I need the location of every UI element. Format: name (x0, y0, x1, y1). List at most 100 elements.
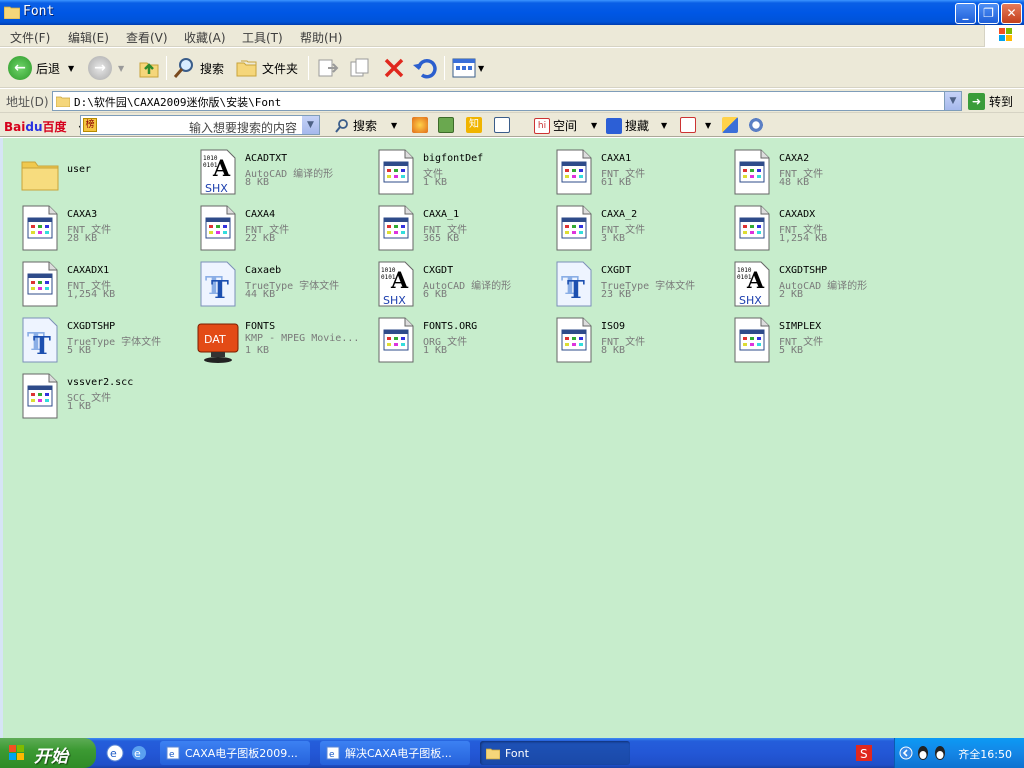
folders-button[interactable]: 文件夹 (236, 54, 298, 82)
baidu-tool-2[interactable] (438, 117, 457, 133)
generic-file-icon (731, 204, 773, 252)
file-item[interactable]: CAXA4 FNT 文件 22 KB (189, 198, 367, 254)
undo-button[interactable] (412, 54, 438, 82)
search-button[interactable]: 搜索 (172, 54, 224, 82)
file-item[interactable]: T T CXGDT TrueType 字体文件 23 KB (545, 254, 723, 310)
svg-text:T: T (567, 275, 585, 304)
file-item[interactable]: CAXA3 FNT 文件 28 KB (11, 198, 189, 254)
file-name: CXGDT (423, 265, 454, 276)
file-item[interactable]: T T Caxaeb TrueType 字体文件 44 KB (189, 254, 367, 310)
taskbar-button[interactable]: e 解决CAXA电子图板... (320, 741, 470, 765)
qq-icon[interactable] (932, 744, 948, 762)
baidu-logo[interactable]: Baidu百度 ▼ (4, 118, 85, 135)
go-button[interactable]: ➜ 转到 (968, 91, 1013, 111)
file-item[interactable]: 1010 0101 A SHX ACADTXT AutoCAD 编译的形 8 KB (189, 142, 367, 198)
file-name: vssver2.scc (67, 377, 134, 388)
move-to-button[interactable] (316, 54, 340, 82)
menu-view[interactable]: 查看(V) (126, 29, 168, 46)
file-size: 365 KB (423, 233, 460, 244)
forward-button[interactable]: → ▼ (88, 54, 124, 82)
address-dropdown[interactable]: ▼ (944, 92, 961, 110)
address-input[interactable]: D:\软件园\CAXA2009迷你版\安装\Font ▼ (52, 91, 962, 111)
menu-edit[interactable]: 编辑(E) (68, 29, 109, 46)
menu-tools[interactable]: 工具(T) (242, 29, 283, 46)
file-name: CAXADX (779, 209, 816, 220)
delete-button[interactable] (382, 54, 406, 82)
qq-icon[interactable] (915, 744, 931, 762)
file-size: 28 KB (67, 233, 98, 244)
chevron-down-icon: ▼ (68, 63, 75, 73)
up-folder-button[interactable] (138, 54, 160, 82)
search-icon (173, 58, 193, 78)
title-bar[interactable]: Font _ ❐ ✕ (0, 0, 1024, 25)
quicklaunch-ie-icon[interactable]: e (106, 744, 124, 762)
space-icon: hi (534, 117, 550, 134)
file-item[interactable]: DAT FONTS KMP - MPEG Movie... 1 KB (189, 310, 367, 366)
file-item[interactable]: CAXADX FNT 文件 1,254 KB (723, 198, 901, 254)
search-dropdown[interactable]: ▼ (302, 116, 319, 134)
file-item[interactable]: CAXA_2 FNT 文件 3 KB (545, 198, 723, 254)
svg-text:e: e (169, 750, 175, 760)
file-item[interactable]: 1010 0101 A SHX CXGDT AutoCAD 编译的形 6 KB (367, 254, 545, 310)
file-name: CXGDT (601, 265, 632, 276)
chevron-down-icon: ▼ (391, 121, 398, 130)
views-button[interactable]: ▼ (452, 54, 484, 82)
chevron-down-icon: ▼ (591, 121, 598, 130)
baidu-tool-6[interactable] (722, 117, 741, 133)
show-hidden-icons[interactable] (899, 745, 913, 761)
windows-flag-icon (999, 28, 1012, 41)
file-item[interactable]: 1010 0101 A SHX CXGDTSHP AutoCAD 编译的形 2 KB (723, 254, 901, 310)
svg-text:e: e (110, 747, 117, 760)
file-item[interactable]: CAXADX1 FNT 文件 1,254 KB (11, 254, 189, 310)
file-size: 44 KB (245, 289, 276, 300)
baidu-settings-button[interactable] (748, 117, 767, 133)
copy-to-button[interactable] (348, 54, 372, 82)
copy-to-icon (350, 58, 369, 77)
close-button[interactable]: ✕ (1001, 3, 1022, 24)
baidu-tool-5[interactable]: ▼ (680, 117, 711, 133)
grid-icon (494, 117, 510, 133)
back-button[interactable]: ← 后退 ▼ (8, 54, 74, 82)
file-item[interactable]: CAXA2 FNT 文件 48 KB (723, 142, 901, 198)
sogou-ime-icon[interactable]: S (855, 744, 873, 762)
baidu-tool-3[interactable]: 知 (466, 117, 485, 133)
undo-icon (413, 58, 437, 79)
translate-icon (680, 117, 696, 133)
taskbar-button[interactable]: Font (480, 741, 630, 765)
file-item[interactable]: vssver2.scc SCC 文件 1 KB (11, 366, 189, 422)
file-item[interactable]: user (11, 142, 189, 198)
hot-list-icon[interactable]: 榜 (83, 118, 97, 132)
baidu-space-button[interactable]: hi 空间 ▼ (534, 117, 597, 134)
menu-favorites[interactable]: 收藏(A) (184, 29, 226, 46)
file-item[interactable]: SIMPLEX FNT 文件 5 KB (723, 310, 901, 366)
menu-file[interactable]: 文件(F) (10, 29, 50, 46)
baidu-search-input[interactable]: 榜 输入想要搜索的内容 ▼ (80, 115, 320, 135)
file-item[interactable]: ISO9 FNT 文件 8 KB (545, 310, 723, 366)
baidu-search-button[interactable]: 搜索 ▼ (334, 117, 397, 134)
start-button[interactable]: 开始 (0, 738, 96, 768)
dat-file-icon: DAT (197, 316, 239, 364)
quicklaunch-browser-icon[interactable]: e (130, 744, 148, 762)
file-name: CAXA3 (67, 209, 98, 220)
baidu-collect-button[interactable]: 搜藏 ▼ (606, 117, 667, 134)
svg-text:T: T (33, 331, 51, 360)
taskbar-button[interactable]: e CAXA电子图板2009... (160, 741, 310, 765)
file-item[interactable]: CAXA_1 FNT 文件 365 KB (367, 198, 545, 254)
file-item[interactable]: CAXA1 FNT 文件 61 KB (545, 142, 723, 198)
svg-text:A: A (390, 268, 409, 294)
menu-help[interactable]: 帮助(H) (300, 29, 342, 46)
file-list[interactable]: user 1010 0101 A SHX ACADTXT AutoCAD 编译的形 8 KB b… (0, 138, 1024, 738)
file-name: FONTS (245, 321, 276, 332)
file-item[interactable]: FONTS.ORG ORG 文件 1 KB (367, 310, 545, 366)
file-item[interactable]: bigfontDef 文件 1 KB (367, 142, 545, 198)
taskbar-button-label: 解决CAXA电子图板... (345, 747, 452, 760)
restore-button[interactable]: ❐ (978, 3, 999, 24)
baidu-news-icon (412, 117, 428, 133)
generic-file-icon (553, 148, 595, 196)
baidu-tool-4[interactable] (494, 117, 513, 133)
file-item[interactable]: T T CXGDTSHP TrueType 字体文件 5 KB (11, 310, 189, 366)
minimize-button[interactable]: _ (955, 3, 976, 24)
baidu-tool-1[interactable] (412, 117, 431, 133)
file-name: CAXADX1 (67, 265, 110, 276)
chevron-down-icon: ▼ (949, 96, 957, 106)
